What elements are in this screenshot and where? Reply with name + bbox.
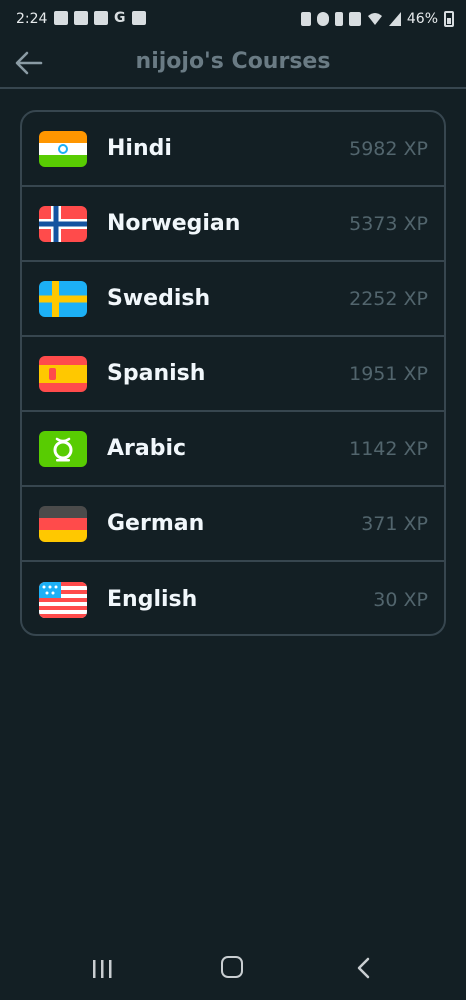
course-xp: 5982 XP: [349, 137, 428, 160]
course-xp: 1951 XP: [349, 362, 428, 385]
course-row-spanish[interactable]: Spanish 1951 XP: [22, 337, 444, 412]
status-bar: 2:24 G 46%: [0, 0, 466, 42]
battery-percentage: 46%: [406, 11, 438, 27]
course-row-swedish[interactable]: Swedish 2252 XP: [22, 262, 444, 337]
course-xp: 1142 XP: [349, 437, 428, 460]
course-name: Swedish: [107, 286, 211, 311]
course-name: Spanish: [107, 361, 206, 386]
alarm-icon: [316, 12, 329, 26]
settings-icon: [74, 11, 88, 25]
nfc-icon: [300, 12, 311, 26]
course-row-norwegian[interactable]: Norwegian 5373 XP: [22, 187, 444, 262]
message-icon: [54, 11, 68, 25]
mute-icon: [348, 12, 361, 26]
image-icon: [94, 11, 108, 25]
course-xp: 2252 XP: [349, 287, 428, 310]
course-list: Hindi 5982 XP Norwegian 5373 XP Swedish …: [20, 110, 446, 636]
nav-back-icon[interactable]: [354, 957, 374, 979]
system-nav-bar: [0, 940, 466, 1000]
course-name: Hindi: [107, 136, 172, 161]
system-icons: 46%: [300, 11, 454, 27]
google-icon: G: [114, 10, 126, 26]
course-name: Norwegian: [107, 211, 241, 236]
signal-icon: [388, 12, 401, 26]
arabic-flag-icon: [39, 430, 87, 467]
wifi-icon: [367, 13, 382, 25]
course-row-hindi[interactable]: Hindi 5982 XP: [22, 112, 444, 187]
germany-flag-icon: [39, 505, 87, 542]
home-icon[interactable]: [221, 956, 243, 978]
usa-flag-icon: [39, 581, 87, 618]
course-row-german[interactable]: German 371 XP: [22, 487, 444, 562]
norway-flag-icon: [39, 205, 87, 242]
course-row-english[interactable]: English 30 XP: [22, 562, 444, 634]
app-icon: [131, 11, 146, 25]
recent-apps-icon[interactable]: [90, 958, 114, 980]
spain-flag-icon: [39, 355, 87, 392]
course-xp: 5373 XP: [349, 212, 428, 235]
course-xp: 371 XP: [361, 512, 428, 535]
course-name: Arabic: [107, 436, 187, 461]
course-name: German: [107, 511, 205, 536]
header: nijojo's Courses: [0, 42, 466, 89]
battery-icon: [444, 11, 454, 27]
india-flag-icon: [39, 130, 87, 167]
notification-icons: G: [54, 11, 146, 25]
status-time: 2:24: [16, 11, 48, 27]
bluetooth-icon: [334, 12, 343, 26]
page-title: nijojo's Courses: [135, 49, 331, 74]
course-row-arabic[interactable]: Arabic 1142 XP: [22, 412, 444, 487]
course-name: English: [107, 587, 198, 612]
sweden-flag-icon: [39, 280, 87, 317]
course-xp: 30 XP: [373, 588, 428, 611]
